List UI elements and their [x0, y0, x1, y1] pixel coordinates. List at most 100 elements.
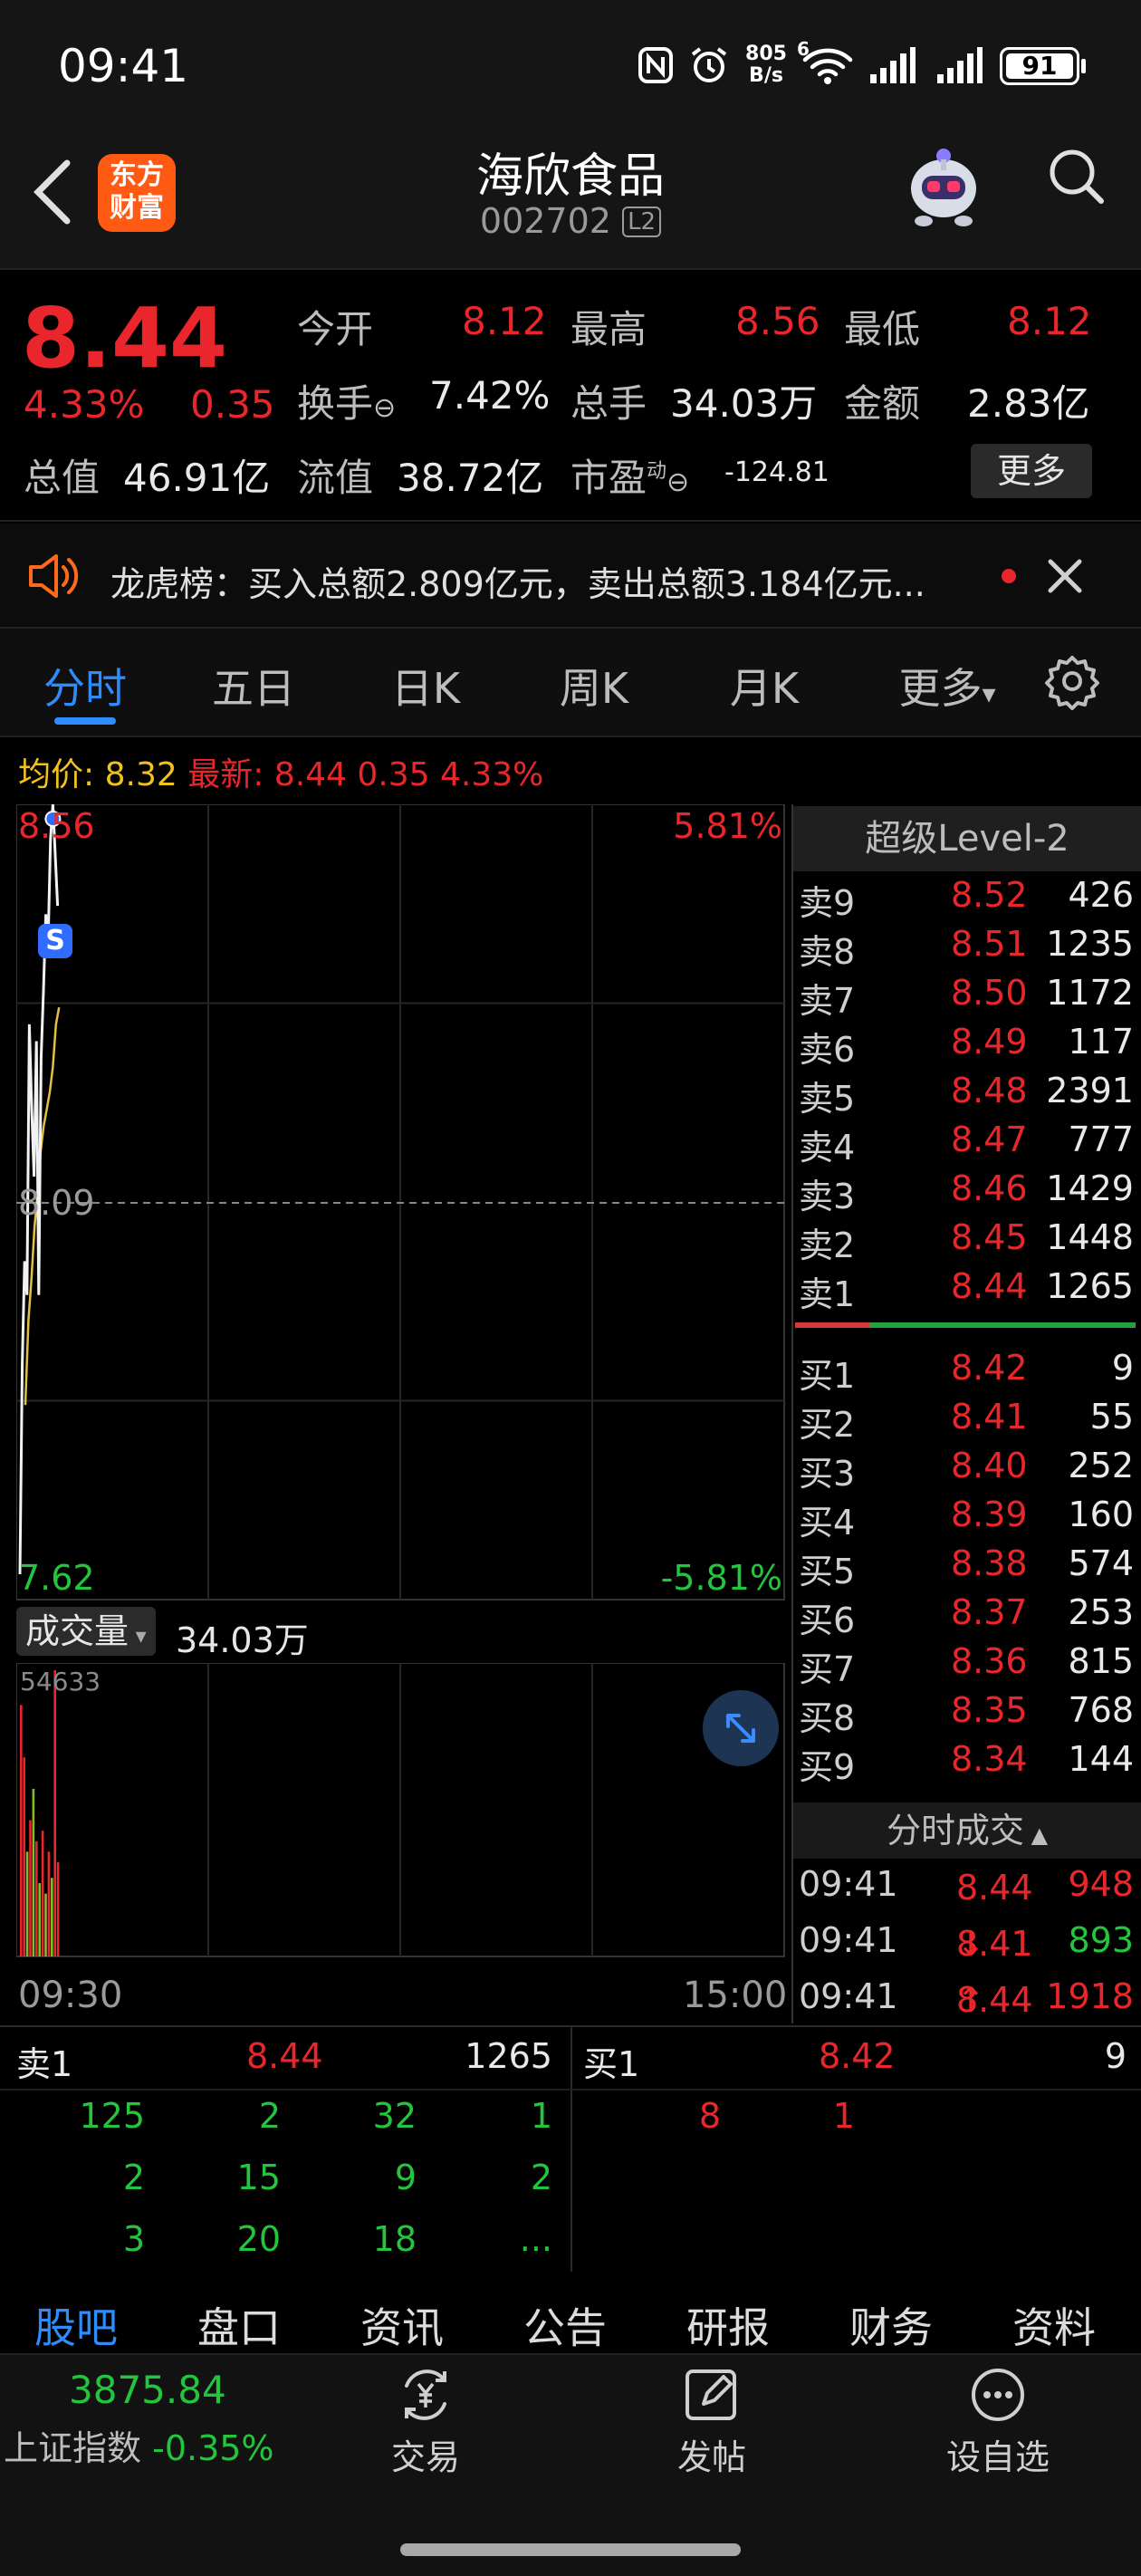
bid-row[interactable]: 买8 8.35 768	[797, 1687, 1139, 1738]
ask-level: 卖7	[799, 981, 856, 1021]
ask-level: 卖6	[799, 1030, 856, 1070]
tab-research[interactable]: 研报	[686, 2295, 770, 2355]
tab-guba[interactable]: 股吧	[34, 2295, 118, 2355]
queue-sell-price: 8.44	[246, 2036, 323, 2076]
trade-button[interactable]: 交易	[362, 2366, 489, 2484]
fullscreen-button[interactable]	[703, 1690, 779, 1766]
status-time: 09:41	[58, 40, 189, 92]
tab-pankou[interactable]: 盘口	[197, 2295, 281, 2355]
tab-profile[interactable]: 资料	[1012, 2295, 1096, 2355]
x-end-label: 15:00	[683, 1975, 788, 2016]
volume-total: 34.03万	[176, 1620, 309, 1660]
wifi-label: 6	[797, 38, 810, 60]
add-watchlist-label: 设自选	[945, 2437, 1050, 2477]
dragon-tiger-ticker[interactable]: 龙虎榜：买入总额2.809亿元，卖出总额3.184亿元...	[0, 524, 1141, 629]
sell-signal-badge[interactable]: S	[38, 924, 72, 958]
stock-code-row: 002702 L2	[344, 201, 797, 241]
tab-five-day[interactable]: 五日	[199, 656, 308, 716]
bid-row[interactable]: 买4 8.39 160	[797, 1491, 1139, 1543]
volume-bar	[51, 1878, 53, 1956]
intraday-price-chart[interactable]	[16, 804, 786, 1601]
mktcap-label: 总值	[24, 456, 101, 500]
tab-intraday[interactable]: 分时	[31, 656, 139, 716]
index-widget[interactable]: 3875.84 上证指数 -0.35%	[0, 2364, 290, 2473]
volume-bar	[38, 1883, 41, 1956]
ask-level: 卖8	[799, 932, 856, 972]
ask-row[interactable]: 卖4 8.47 777	[797, 1116, 1139, 1168]
queue-buy-price: 8.42	[819, 2036, 896, 2076]
app-logo[interactable]: 东方 财富	[98, 154, 176, 232]
orderbook-title[interactable]: 超级Level-2	[793, 806, 1141, 871]
queue-sell-order: 18	[372, 2219, 417, 2259]
more-button[interactable]: 更多	[971, 444, 1092, 498]
queue-sell-vol: 1265	[465, 2036, 552, 2076]
battery-icon: 91	[1000, 47, 1086, 85]
add-watchlist-button[interactable]: 设自选	[935, 2366, 1061, 2484]
bid-level: 买8	[799, 1698, 856, 1738]
ask-row[interactable]: 卖3 8.46 1429	[797, 1165, 1139, 1216]
bid-row[interactable]: 买6 8.37 253	[797, 1589, 1139, 1640]
ask-row[interactable]: 卖1 8.44 1265	[797, 1263, 1139, 1314]
ask-price: 8.51	[951, 924, 1028, 964]
post-button[interactable]: 发帖	[648, 2366, 775, 2484]
settings-button[interactable]	[1043, 652, 1101, 710]
tab-more[interactable]: 更多▾	[884, 656, 1011, 716]
open-value: 8.12	[462, 299, 547, 343]
bid-row[interactable]: 买1 8.42 9	[797, 1344, 1139, 1396]
ask-row[interactable]: 卖5 8.48 2391	[797, 1067, 1139, 1119]
bid-row[interactable]: 买5 8.38 574	[797, 1540, 1139, 1591]
bid-level: 买7	[799, 1649, 856, 1689]
caret-down-icon: ▾	[982, 678, 996, 710]
open-label: 今开	[297, 307, 374, 351]
volume-label: 总手	[570, 381, 647, 426]
bid-level: 买4	[799, 1503, 856, 1543]
queue-sell-order: 20	[236, 2219, 281, 2259]
net-speed: 805 B/s	[741, 43, 791, 87]
ask-level: 卖5	[799, 1079, 856, 1119]
tab-weekly-k[interactable]: 周K	[540, 656, 648, 716]
ask-row[interactable]: 卖7 8.50 1172	[797, 969, 1139, 1021]
info-circle-icon[interactable]: ⊖	[373, 392, 396, 424]
volume-selector[interactable]: 成交量 ▾	[16, 1607, 156, 1656]
chevron-left-icon	[34, 159, 71, 225]
bid-level: 买9	[799, 1747, 856, 1787]
pe-label-text: 市盈	[570, 456, 647, 500]
tab-news[interactable]: 资讯	[360, 2295, 444, 2355]
bid-row[interactable]: 买2 8.41 55	[797, 1393, 1139, 1445]
ask-row[interactable]: 卖8 8.51 1235	[797, 920, 1139, 972]
tab-daily-k[interactable]: 日K	[371, 656, 480, 716]
ask-row[interactable]: 卖6 8.49 117	[797, 1018, 1139, 1070]
volume-bar	[35, 1841, 38, 1956]
pe-sup: 动	[647, 460, 667, 483]
tab-monthly-k[interactable]: 月K	[710, 656, 819, 716]
queue-sell-order: ...	[519, 2219, 552, 2259]
bid-level: 买1	[799, 1356, 856, 1396]
bid-price: 8.37	[951, 1592, 1028, 1632]
pe-info-icon[interactable]: ⊖	[666, 466, 689, 498]
ask-row[interactable]: 卖9 8.52 426	[797, 871, 1139, 923]
status-bar: 09:41 805 B/s 6 91	[0, 0, 1141, 136]
bid-row[interactable]: 买3 8.40 252	[797, 1442, 1139, 1494]
tab-announcements[interactable]: 公告	[523, 2295, 607, 2355]
back-button[interactable]	[25, 156, 80, 228]
volume-chart[interactable]	[16, 1663, 786, 1958]
queue-sell-order: 32	[372, 2096, 417, 2136]
signal-icon-1	[868, 45, 916, 85]
close-ticker-button[interactable]	[1043, 554, 1087, 598]
bid-price: 8.42	[951, 1348, 1028, 1388]
ask-row[interactable]: 卖2 8.45 1448	[797, 1214, 1139, 1265]
robot-assistant-icon[interactable]	[896, 136, 991, 230]
bid-price: 8.38	[951, 1543, 1028, 1583]
logo-text-1: 东方	[110, 159, 164, 191]
turnover-label-text: 换手	[297, 381, 374, 426]
queue-sell-order: 2	[122, 2158, 145, 2197]
ask-level: 卖9	[799, 883, 856, 923]
home-indicator	[400, 2543, 741, 2556]
volume-bar	[32, 1788, 35, 1956]
trades-title[interactable]: 分时成交 ▲	[793, 1802, 1141, 1859]
search-button[interactable]	[1045, 145, 1108, 208]
level2-badge: L2	[622, 207, 662, 237]
bid-row[interactable]: 买9 8.34 144	[797, 1735, 1139, 1787]
bid-row[interactable]: 买7 8.36 815	[797, 1638, 1139, 1689]
tab-finance[interactable]: 财务	[849, 2295, 933, 2355]
